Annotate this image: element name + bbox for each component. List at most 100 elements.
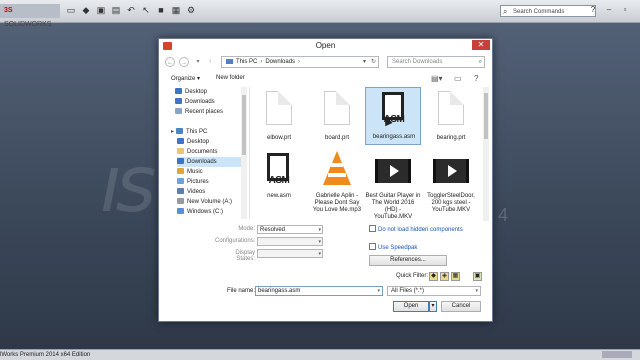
rebuild-icon[interactable]: ■ [156, 5, 166, 15]
filter-top-level-assemblies-icon[interactable]: ▣ [473, 272, 482, 281]
file-list-scrollbar[interactable] [483, 87, 489, 221]
file-item-bearing[interactable]: bearing.prt [423, 87, 479, 153]
file-list: elbow.prt board.prt ASM bearingass.asm b… [251, 87, 481, 221]
file-item-board[interactable]: board.prt [309, 87, 365, 153]
nav-item-windows-c[interactable]: Windows (C:) [177, 207, 223, 217]
configurations-select[interactable]: ▾ [257, 237, 323, 246]
address-bar[interactable]: This PC › Downloads › ▾ ↻ [221, 56, 379, 68]
preview-pane-icon[interactable]: ▭ [454, 74, 462, 83]
checkbox-box[interactable] [369, 225, 376, 232]
window-controls: ? – ▫ [588, 5, 630, 15]
nav-item-pictures[interactable]: Pictures [177, 177, 209, 187]
file-properties-icon[interactable]: ▦ [171, 5, 181, 15]
organize-menu[interactable]: Organize ▾ [171, 75, 200, 82]
expand-icon[interactable]: ▸ [171, 129, 174, 135]
view-options-icon[interactable]: ▤▾ [431, 74, 443, 83]
downloads-icon [177, 158, 184, 164]
video-thumbnail-icon [375, 159, 411, 183]
minimize-icon[interactable]: – [604, 5, 614, 15]
documents-icon [177, 148, 184, 154]
save-icon[interactable]: ▣ [96, 5, 106, 15]
search-commands-input[interactable]: ⌕ Search Commands [500, 5, 596, 17]
filter-drawings-icon[interactable]: ▦ [451, 272, 460, 281]
recent-locations-icon[interactable]: ▾ [193, 57, 203, 67]
options-icon[interactable]: ⚙ [186, 5, 196, 15]
references-button[interactable]: References... [369, 255, 447, 266]
filter-assemblies-icon[interactable]: ◈ [440, 272, 449, 281]
play-icon [448, 165, 457, 177]
file-type-select[interactable]: All Files (*.*) ▾ [387, 286, 481, 296]
app-title-bar: 3S SOLIDWORKS ▭ ◆ ▣ ▤ ↶ ↖ ■ ▦ ⚙ ⌕ Search… [0, 0, 640, 28]
file-name-label: File name: [227, 288, 256, 294]
print-icon[interactable]: ▤ [111, 5, 121, 15]
status-bar: lWorks Premium 2014 x64 Edition [0, 349, 640, 360]
play-icon [390, 165, 399, 177]
nav-item-downloads-pc[interactable]: Downloads [177, 157, 241, 167]
help-icon[interactable]: ? [474, 74, 478, 83]
this-pc-icon [226, 58, 233, 64]
file-item-gabrielle-aplin-mp3[interactable]: Gabrielle Aplin - Please Dont Say You Lo… [309, 149, 365, 221]
new-folder-button[interactable]: New folder [216, 75, 245, 81]
vlc-stripe [328, 173, 346, 177]
open-button[interactable]: Open [393, 301, 429, 312]
desktop-icon [175, 88, 182, 94]
nav-item-videos[interactable]: Videos [177, 187, 205, 197]
chevron-down-icon: ▾ [475, 288, 478, 294]
nav-item-downloads[interactable]: Downloads [175, 97, 215, 107]
cancel-button[interactable]: Cancel [441, 301, 481, 312]
nav-item-documents[interactable]: Documents [177, 147, 217, 157]
background-logo-version: 4 [498, 205, 509, 225]
breadcrumb-folder[interactable]: Downloads [265, 59, 295, 65]
part-file-icon [266, 91, 292, 125]
chevron-down-icon: ▾ [431, 303, 435, 309]
refresh-icon[interactable]: ↻ [371, 57, 376, 68]
nav-item-music[interactable]: Music [177, 167, 203, 177]
filter-parts-icon[interactable]: ◆ [429, 272, 438, 281]
nav-item-this-pc[interactable]: ▸ This PC [171, 127, 207, 137]
pictures-icon [177, 178, 184, 184]
breadcrumb-root[interactable]: This PC [236, 59, 257, 65]
checkbox-box[interactable] [369, 243, 376, 250]
part-file-icon [324, 91, 350, 125]
address-dropdown-icon[interactable]: ▾ [363, 57, 366, 68]
navigation-scrollbar[interactable] [241, 87, 247, 219]
open-dialog: Open ✕ ← → ▾ ↑ This PC › Downloads › ▾ ↻ Se… [158, 38, 493, 322]
up-icon[interactable]: ↑ [205, 57, 215, 67]
dialog-toolbar: Organize ▾ New folder ▤▾ ▭ ? [159, 73, 492, 85]
nav-item-desktop-pc[interactable]: Desktop [177, 137, 209, 147]
background-logo: ıs [100, 140, 156, 230]
chevron-down-icon: ▾ [318, 227, 321, 233]
solidworks-logo[interactable]: 3S SOLIDWORKS [0, 4, 60, 28]
open-icon[interactable]: ◆ [81, 5, 91, 15]
chevron-down-icon[interactable]: ▾ [377, 287, 380, 295]
use-speedpak-checkbox[interactable]: Use Speedpak [369, 243, 417, 252]
navigation-row: ← → ▾ ↑ This PC › Downloads › ▾ ↻ Search Do… [165, 56, 485, 69]
scrollbar-thumb[interactable] [484, 93, 488, 139]
new-icon[interactable]: ▭ [66, 5, 76, 15]
file-name-input[interactable]: bearingass.asm ▾ [255, 286, 383, 296]
open-options-dropdown[interactable]: ▾ [429, 301, 437, 312]
file-item-best-guitar-player-mkv[interactable]: Best Guitar Player in The World 2016 (HD… [365, 149, 421, 221]
display-states-select[interactable]: ▾ [257, 249, 323, 258]
select-icon[interactable]: ↖ [141, 5, 151, 15]
navigation-pane: Desktop Downloads Recent places ▸ This PC… [171, 87, 250, 219]
search-downloads-input[interactable]: Search Downloads ⌕ [387, 56, 485, 68]
back-icon[interactable]: ← [165, 57, 175, 67]
restore-icon[interactable]: ▫ [620, 5, 630, 15]
nav-item-recent-places[interactable]: Recent places [175, 107, 223, 117]
file-item-elbow[interactable]: elbow.prt [251, 87, 307, 153]
mode-select[interactable]: Resolved ▾ [257, 225, 323, 234]
scrollbar-thumb[interactable] [242, 95, 246, 155]
nav-item-desktop[interactable]: Desktop [175, 87, 207, 97]
undo-icon[interactable]: ↶ [126, 5, 136, 15]
help-icon[interactable]: ? [588, 5, 598, 15]
forward-icon[interactable]: → [179, 57, 189, 67]
close-button[interactable]: ✕ [472, 40, 490, 50]
file-item-new-asm[interactable]: ASM new.asm [251, 149, 307, 221]
windows-drive-icon [177, 208, 184, 214]
nav-item-new-volume[interactable]: New Volume (A:) [177, 197, 232, 207]
file-item-bearingass[interactable]: ASM bearingass.asm [365, 87, 421, 145]
file-item-togglersteeldoor-mkv[interactable]: TogglerSteelDoor, 200 kgs steel - YouTub… [423, 149, 479, 221]
do-not-load-hidden-checkbox[interactable]: Do not load hidden components [369, 225, 465, 234]
dialog-title: Open [315, 41, 336, 50]
